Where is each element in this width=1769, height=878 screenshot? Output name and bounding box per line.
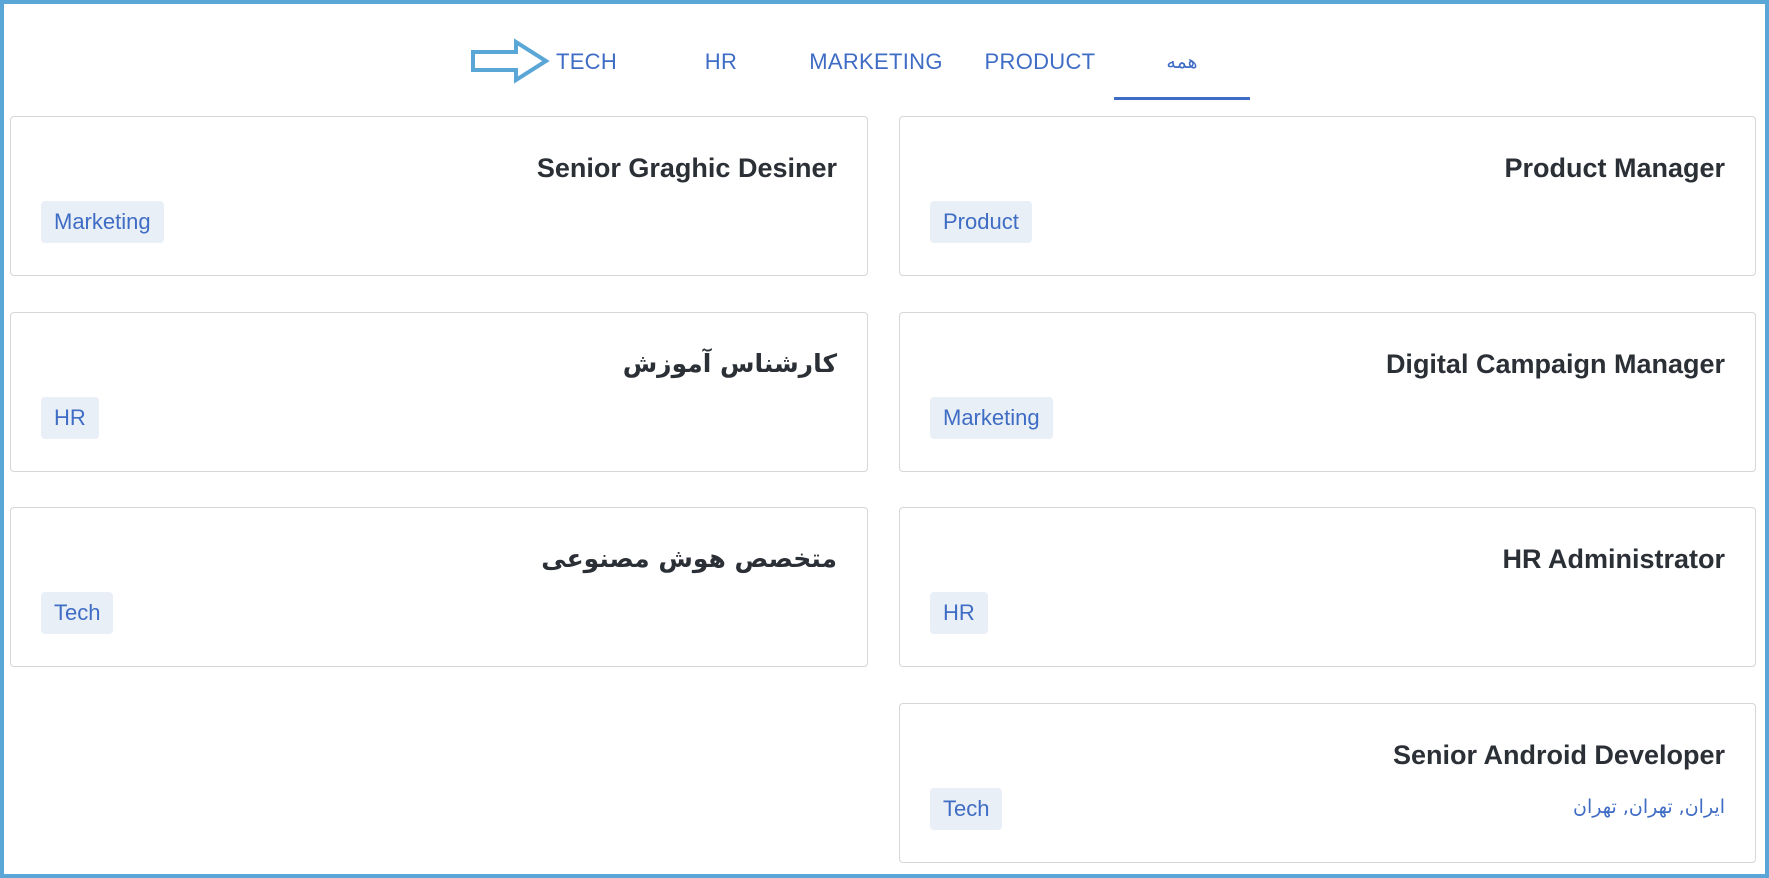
job-tag: Tech (930, 788, 1003, 830)
job-tag: Product (930, 201, 1032, 243)
job-card[interactable]: Senior Graghic Desiner Marketing (10, 116, 868, 276)
job-title: Product Manager (1504, 153, 1725, 183)
job-title: متخصص هوش مصنوعی (541, 544, 837, 573)
job-card[interactable]: متخصص هوش مصنوعی Tech (10, 507, 868, 667)
page-frame: TECH HR MARKETING PRODUCT همه Product Ma… (0, 0, 1769, 878)
job-card[interactable]: کارشناس آموزش HR (10, 312, 868, 472)
tab-marketing[interactable]: MARKETING (796, 32, 956, 100)
job-tag: Tech (41, 592, 114, 634)
job-card[interactable]: Product Manager Product (899, 116, 1756, 276)
job-title: Digital Campaign Manager (1385, 349, 1725, 379)
job-card[interactable]: Digital Campaign Manager Marketing (899, 312, 1756, 472)
tab-hr[interactable]: HR (666, 32, 776, 100)
tab-product[interactable]: PRODUCT (966, 32, 1114, 100)
job-title: Senior Android Developer (1392, 740, 1725, 770)
category-tabs: TECH HR MARKETING PRODUCT همه (4, 32, 1765, 102)
job-tag: Marketing (930, 397, 1053, 439)
job-location: ایران, تهران, تهران (1573, 796, 1725, 818)
job-card[interactable]: HR Administrator HR (899, 507, 1756, 667)
arrow-right-icon (471, 38, 550, 84)
job-title: کارشناس آموزش (622, 349, 837, 378)
job-tag: HR (41, 397, 99, 439)
job-tag: Marketing (41, 201, 164, 243)
tab-all[interactable]: همه (1114, 32, 1250, 100)
job-title: HR Administrator (1502, 544, 1725, 574)
job-title: Senior Graghic Desiner (536, 153, 837, 183)
job-card[interactable]: Senior Android Developer Tech ایران, تهر… (899, 703, 1756, 863)
job-tag: HR (930, 592, 988, 634)
